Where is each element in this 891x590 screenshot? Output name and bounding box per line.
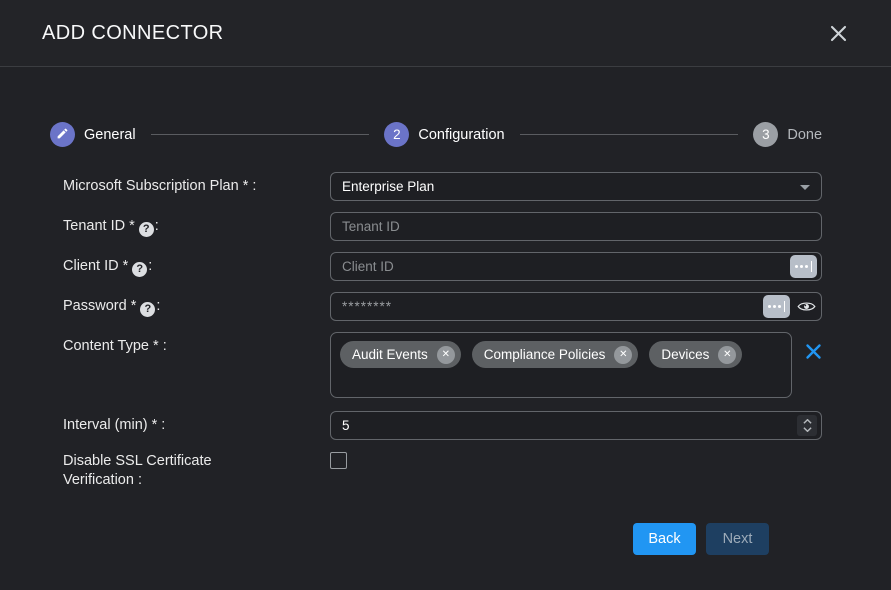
subscription-plan-value: Enterprise Plan <box>342 179 434 194</box>
pencil-icon <box>56 127 69 143</box>
client-id-row: Client ID *?: <box>63 252 822 281</box>
content-type-clear-button[interactable] <box>805 343 822 360</box>
chip-remove-icon[interactable]: ✕ <box>718 346 736 364</box>
step1-label: General <box>84 127 136 143</box>
step3-label: Done <box>787 127 822 143</box>
help-icon[interactable]: ? <box>139 222 154 237</box>
ellipsis-cursor-icon <box>768 301 786 312</box>
close-button[interactable] <box>824 19 853 48</box>
step-connector-line <box>151 134 370 135</box>
step-connector-line <box>520 134 739 135</box>
clear-x-icon <box>805 348 822 363</box>
chip-remove-icon[interactable]: ✕ <box>437 346 455 364</box>
help-icon[interactable]: ? <box>132 262 147 277</box>
password-label: Password *?: <box>63 292 330 321</box>
step-configuration[interactable]: 2 Configuration <box>384 122 504 147</box>
chip-remove-icon[interactable]: ✕ <box>614 346 632 364</box>
help-icon[interactable]: ? <box>140 302 155 317</box>
password-reveal-button[interactable] <box>797 299 816 314</box>
add-connector-dialog: ADD CONNECTOR General 2 Configuration 3 … <box>0 0 891 590</box>
interval-row: Interval (min) * : <box>63 411 822 440</box>
interval-input[interactable] <box>330 411 822 440</box>
step2-label: Configuration <box>418 127 504 143</box>
step-general[interactable]: General <box>50 122 136 147</box>
dialog-title: ADD CONNECTOR <box>42 22 224 45</box>
tenant-id-label: Tenant ID *?: <box>63 212 330 241</box>
chevron-down-icon <box>800 185 810 190</box>
subscription-plan-row: Microsoft Subscription Plan * : Enterpri… <box>63 172 822 201</box>
step3-circle: 3 <box>753 122 778 147</box>
chip-compliance-policies: Compliance Policies ✕ <box>472 341 639 368</box>
disable-ssl-checkbox[interactable] <box>330 452 347 469</box>
client-id-label: Client ID *?: <box>63 252 330 281</box>
client-id-picker-button[interactable] <box>790 255 817 278</box>
subscription-plan-select[interactable]: Enterprise Plan <box>330 172 822 201</box>
chip-audit-events: Audit Events ✕ <box>340 341 461 368</box>
step1-circle <box>50 122 75 147</box>
disable-ssl-label: Disable SSL Certificate Verification : <box>63 451 330 490</box>
password-picker-button[interactable] <box>763 295 790 318</box>
interval-label: Interval (min) * : <box>63 411 330 440</box>
eye-icon <box>797 302 816 317</box>
step2-circle: 2 <box>384 122 409 147</box>
content-type-label: Content Type * : <box>63 332 330 398</box>
next-button[interactable]: Next <box>706 523 769 555</box>
close-icon <box>828 32 849 47</box>
dialog-header: ADD CONNECTOR <box>0 0 891 67</box>
chevron-down-icon <box>803 427 812 432</box>
disable-ssl-row: Disable SSL Certificate Verification : <box>63 451 822 490</box>
subscription-plan-label: Microsoft Subscription Plan * : <box>63 172 330 201</box>
client-id-input[interactable] <box>330 252 822 281</box>
password-row: Password *?: <box>63 292 822 321</box>
tenant-id-row: Tenant ID *?: <box>63 212 822 241</box>
chevron-up-icon <box>803 419 812 424</box>
chip-devices: Devices ✕ <box>649 341 742 368</box>
ellipsis-cursor-icon <box>795 261 813 272</box>
back-button[interactable]: Back <box>633 523 696 555</box>
content-type-multiselect[interactable]: Audit Events ✕ Compliance Policies ✕ Dev… <box>330 332 792 398</box>
step-done: 3 Done <box>753 122 822 147</box>
tenant-id-input[interactable] <box>330 212 822 241</box>
password-input[interactable] <box>330 292 822 321</box>
connector-config-form: Microsoft Subscription Plan * : Enterpri… <box>0 147 891 555</box>
number-stepper[interactable] <box>797 415 817 436</box>
dialog-footer: Back Next <box>63 501 822 555</box>
content-type-row: Content Type * : Audit Events ✕ Complian… <box>63 332 822 398</box>
wizard-stepper: General 2 Configuration 3 Done <box>50 122 822 147</box>
